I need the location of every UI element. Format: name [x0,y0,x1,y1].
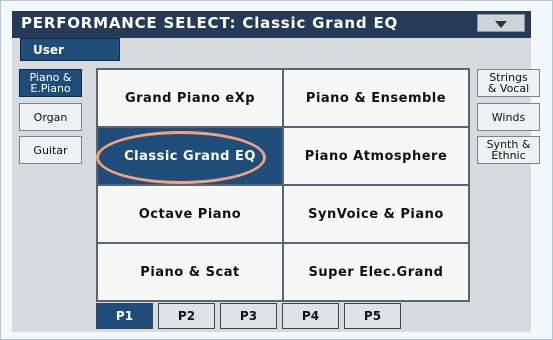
category-winds[interactable]: Winds [477,103,540,131]
dropdown-triangle-icon [495,21,507,28]
screenshot-frame: PERFORMANCE SELECT: Classic Grand EQ Use… [0,0,553,340]
tab-page-p3[interactable]: P3 [220,303,277,329]
performance-super-elec-grand[interactable]: Super Elec.Grand [283,243,469,301]
tab-user[interactable]: User [20,38,120,61]
category-strings-vocal[interactable]: Strings & Vocal [477,69,540,97]
tab-page-p5[interactable]: P5 [344,303,401,329]
page-title: PERFORMANCE SELECT: Classic Grand EQ [21,14,399,32]
performance-grand-piano-exp[interactable]: Grand Piano eXp [97,69,283,127]
category-piano-epiano[interactable]: Piano & E.Piano [19,69,82,97]
category-synth-ethnic[interactable]: Synth & Ethnic [477,136,540,164]
tab-page-p2[interactable]: P2 [158,303,215,329]
performance-grid: Grand Piano eXp Piano & Ensemble Classic… [96,68,470,302]
selection-highlight-ring [96,131,266,184]
tab-page-p1[interactable]: P1 [96,303,153,329]
page-menu-button[interactable] [477,14,525,32]
title-bar: PERFORMANCE SELECT: Classic Grand EQ [12,11,531,38]
performance-piano-atmosphere[interactable]: Piano Atmosphere [283,127,469,185]
tab-page-p4[interactable]: P4 [282,303,339,329]
category-guitar[interactable]: Guitar [19,136,82,164]
performance-synvoice-piano[interactable]: SynVoice & Piano [283,185,469,243]
performance-piano-ensemble[interactable]: Piano & Ensemble [283,69,469,127]
display-screen: PERFORMANCE SELECT: Classic Grand EQ Use… [12,11,540,332]
performance-octave-piano[interactable]: Octave Piano [97,185,283,243]
category-organ[interactable]: Organ [19,103,82,131]
performance-piano-scat[interactable]: Piano & Scat [97,243,283,301]
